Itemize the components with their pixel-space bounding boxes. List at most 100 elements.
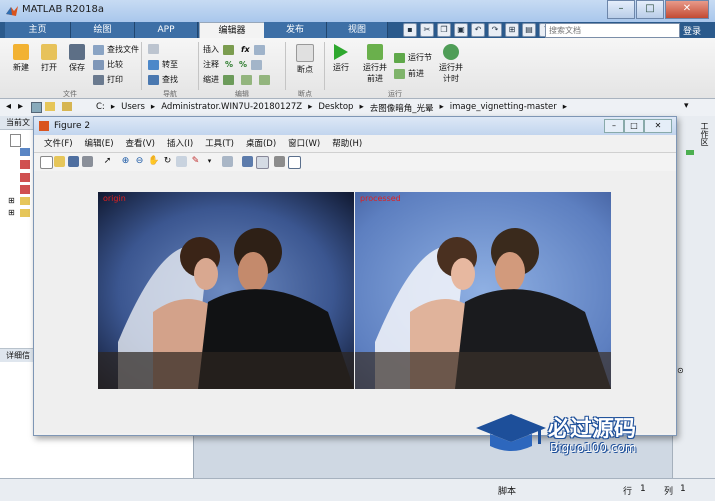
colorbar-icon[interactable] [242,156,253,167]
menu-tools[interactable]: 工具(T) [205,137,234,152]
menu-desktop[interactable]: 桌面(D) [246,137,276,152]
browse-folder-icon[interactable] [45,102,55,111]
run-section-button[interactable]: 运行节 [394,52,432,63]
menu-insert[interactable]: 插入(I) [167,137,193,152]
menu-edit[interactable]: 编辑(E) [85,137,114,152]
open-file-icon[interactable] [54,156,65,167]
percent-icon[interactable]: % [225,60,233,69]
comment-button[interactable]: 注释 % % [203,59,265,70]
find-files-button[interactable]: 查找文件 [93,44,139,55]
minimize-button[interactable]: – [607,0,635,19]
hide-plot-tools-icon[interactable] [274,156,285,167]
breadcrumb-separator-icon: ▸ [150,102,156,112]
show-plot-tools-icon[interactable] [288,156,301,169]
save-icon[interactable]: ▪ [403,23,417,37]
figure-maximize-button[interactable]: □ [624,119,644,133]
print-button[interactable]: 打印 [93,74,123,85]
login-link[interactable]: 登录 [683,24,701,37]
increase-indent-icon[interactable] [241,74,252,85]
figure-window[interactable]: Figure 2 – □ ✕ 文件(F) 编辑(E) 查看(V) 插入(I) 工… [33,116,677,436]
maximize-button[interactable]: □ [636,0,664,19]
menu-file[interactable]: 文件(F) [44,137,73,152]
print-figure-icon[interactable] [82,156,93,167]
workspace-label[interactable]: 工作区 [697,122,709,146]
menu-window[interactable]: 窗口(W) [288,137,320,152]
pan-hand-icon[interactable]: ✋ [148,156,159,167]
legend-icon[interactable] [256,156,269,169]
tab-publish[interactable]: 发布 [264,22,327,38]
switch-window-icon[interactable]: ⊞ [505,23,519,37]
open-button[interactable]: 打开 [36,44,62,73]
cut-icon[interactable]: ✂ [420,23,434,37]
advance-button[interactable]: 前进 [394,68,424,79]
group-breakpoints-label: 断点 [298,90,312,98]
tab-editor[interactable]: 编辑器 [199,22,265,39]
figure-close-button[interactable]: ✕ [644,119,672,133]
scroll-down-icon[interactable]: ⊙ [677,366,684,375]
layout-icon[interactable]: ▤ [522,23,536,37]
breadcrumb-item[interactable]: C: [96,102,105,114]
edit-plot-arrow-icon[interactable]: ➚ [102,156,113,167]
uncomment-icon[interactable]: % [239,60,247,69]
fx-icon[interactable]: fx [241,45,250,54]
new-button[interactable]: 新建 [8,44,34,73]
redo-icon[interactable]: ↷ [488,23,502,37]
image-file-icon[interactable] [20,185,30,194]
menu-view[interactable]: 查看(V) [126,137,155,152]
link-plot-icon[interactable] [222,156,233,167]
folder-icon[interactable] [20,209,30,217]
indent-button[interactable]: 缩进 [203,74,273,85]
smart-indent-icon[interactable] [223,74,234,85]
tab-apps[interactable]: APP [135,22,198,38]
save-button[interactable]: 保存 [64,44,90,73]
find-button[interactable]: 查找 [148,74,178,85]
breadcrumb-item[interactable]: image_vignetting-master [450,102,557,114]
data-cursor-icon[interactable] [176,156,187,167]
zoom-out-icon[interactable]: ⊖ [134,156,145,167]
tab-view[interactable]: 视图 [327,22,388,38]
copy-icon[interactable]: ❐ [437,23,451,37]
insert-button[interactable]: 插入 fx [203,44,268,55]
wrap-icon[interactable] [251,59,263,70]
zoom-in-icon[interactable]: ⊕ [120,156,131,167]
breadcrumb-item[interactable]: 去图像暗角_光晕 [370,102,434,114]
expand-icon[interactable]: ⊞ [8,208,15,217]
run-advance-button[interactable]: 运行并 前进 [360,44,390,84]
brush-dropdown-icon[interactable]: ▾ [204,156,215,167]
address-dropdown-icon[interactable]: ▾ [684,101,689,111]
expand-icon[interactable]: ⊞ [8,196,15,205]
tab-home[interactable]: 主页 [5,22,71,38]
new-figure-icon[interactable] [40,156,53,169]
menu-help[interactable]: 帮助(H) [332,137,362,152]
breadcrumb-item[interactable]: Administrator.WIN7U-20180127Z [161,102,302,114]
paste-icon[interactable]: ▣ [454,23,468,37]
file-icon[interactable] [10,134,21,147]
brush-icon[interactable]: ✎ [190,156,201,167]
nav-arrows[interactable] [148,44,162,54]
decrease-indent-icon[interactable] [259,74,270,85]
insert-menu-icon[interactable] [253,44,265,55]
folder-icon[interactable] [20,197,30,205]
file-icon[interactable] [20,148,30,156]
breakpoints-button[interactable]: 断点 [292,44,318,75]
run-and-time-button[interactable]: 运行并 计时 [436,44,466,84]
figure-titlebar[interactable]: Figure 2 – □ ✕ [34,117,676,135]
breadcrumb-item[interactable]: Desktop [318,102,353,114]
breadcrumb-item[interactable]: Users [121,102,145,114]
undo-icon[interactable]: ↶ [471,23,485,37]
goto-button[interactable]: 转至 [148,59,178,70]
rotate-3d-icon[interactable]: ↻ [162,156,173,167]
search-docs-input[interactable]: 搜索文档 [545,23,680,38]
save-figure-icon[interactable] [68,156,79,167]
close-button[interactable]: ✕ [665,0,709,19]
run-button[interactable]: 运行 [328,44,354,73]
image-file-icon[interactable] [20,160,30,169]
forward-arrow-icon[interactable]: ▸ [18,101,23,112]
compare-button[interactable]: 比较 [93,59,123,70]
back-arrow-icon[interactable]: ◂ [6,101,11,112]
tab-plots[interactable]: 绘图 [71,22,135,38]
up-folder-icon[interactable] [31,102,42,113]
run-advance-label-1: 运行并 [363,63,387,72]
figure-minimize-button[interactable]: – [604,119,624,133]
image-file-icon[interactable] [20,173,30,182]
